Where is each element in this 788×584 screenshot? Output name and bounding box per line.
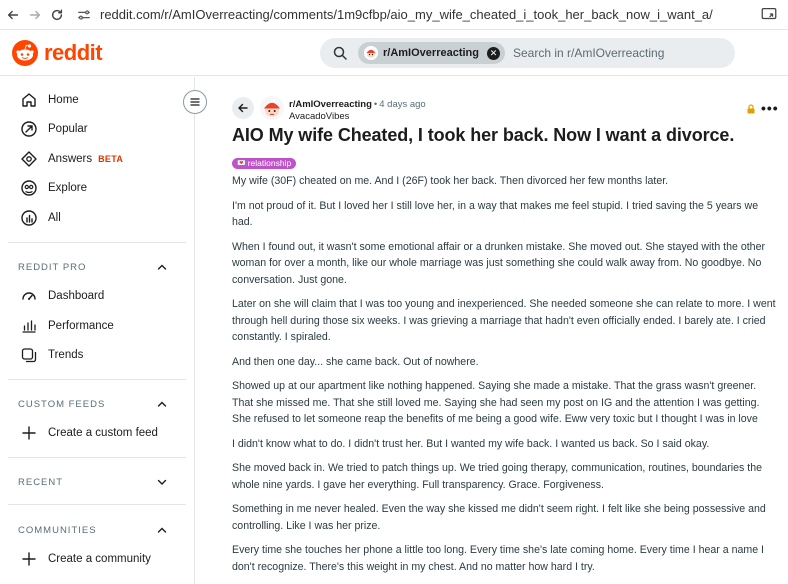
post-paragraph: Something in me never healed. Even the w… [232, 503, 766, 532]
sidebar-divider [8, 379, 186, 380]
sidebar-item-home[interactable]: Home [0, 86, 195, 114]
beta-badge: BETA [98, 154, 124, 164]
sidebar-item-trends[interactable]: Trends [0, 341, 195, 369]
subreddit-scope-chip[interactable]: r/AmIOverreacting ✕ [358, 42, 505, 64]
post-timestamp: 4 days ago [379, 99, 426, 110]
dashboard-icon [22, 292, 36, 300]
reddit-wordmark: reddit [44, 40, 103, 65]
chevron-up-icon [157, 264, 167, 270]
plus-icon [22, 426, 36, 440]
subreddit-avatar-icon [364, 46, 378, 60]
sidebar-item-all[interactable]: All [0, 204, 195, 232]
post-paragraph: Showed up at our apartment like nothing … [232, 380, 760, 425]
post-paragraph: When I found out, it wasn't some emotion… [232, 240, 765, 286]
sidebar-item-explore[interactable]: Explore [0, 174, 195, 202]
create-custom-feed-button[interactable]: Create a custom feed [0, 419, 195, 447]
section-communities-toggle[interactable]: COMMUNITIES [18, 521, 168, 539]
address-bar[interactable]: reddit.com/r/AmIOverreacting/comments/1m… [76, 4, 713, 26]
post-paragraph: And then one day... she came back. Out o… [232, 355, 479, 368]
site-header: reddit r/AmIOverreacting ✕ [0, 30, 788, 76]
sidebar-divider [8, 242, 186, 243]
clear-chip-icon[interactable]: ✕ [486, 46, 500, 60]
home-icon [22, 93, 36, 107]
subreddit-link[interactable]: r/AmIOverreacting [289, 99, 372, 110]
search-bar[interactable]: r/AmIOverreacting ✕ [320, 38, 735, 68]
flair-emoji-icon: 💌 [237, 160, 246, 167]
flair-label: relationship [247, 158, 292, 168]
post-paragraph: Later on she will claim that I was too y… [232, 298, 776, 343]
sidebar-item-label: Create a custom feed [48, 427, 158, 439]
section-title: COMMUNITIES [18, 524, 97, 536]
post-paragraph: My wife (30F) cheated on me. And I (26F)… [232, 175, 669, 187]
sidebar-item-label: Home [48, 94, 79, 106]
answers-icon [21, 151, 37, 167]
author-link[interactable]: AvacadoVibes [289, 111, 426, 123]
browser-forward-icon[interactable] [24, 4, 46, 26]
create-community-button[interactable]: Create a community [0, 545, 195, 573]
arrow-left-icon [238, 103, 248, 113]
post-paragraph: She moved back in. We tried to patch thi… [232, 462, 762, 491]
reddit-snoo-icon [12, 40, 38, 66]
post-flair[interactable]: 💌 relationship [232, 158, 297, 169]
post-content: r/AmIOverreacting • 4 days ago AvacadoVibe… [196, 77, 788, 584]
back-button[interactable] [232, 97, 254, 119]
sidebar-divider [8, 457, 186, 458]
sidebar-divider [8, 504, 186, 505]
section-custom-feeds-toggle[interactable]: CUSTOM FEEDS [18, 395, 168, 413]
sidebar-item-label: Trends [48, 349, 84, 361]
post-paragraph: I'm not proud of it. But I loved her I s… [232, 199, 759, 229]
post-title: AIO My wife Cheated, I took her back. No… [232, 125, 735, 145]
cast-icon[interactable] [760, 5, 780, 25]
post-meta: r/AmIOverreacting • 4 days ago AvacadoVibe… [289, 97, 426, 123]
subreddit-avatar-icon[interactable] [260, 96, 284, 120]
post-paragraph: Every time she touches her phone a littl… [232, 544, 764, 573]
sidebar-item-label: All [48, 212, 61, 224]
sidebar-item-popular[interactable]: Popular [0, 115, 195, 143]
all-icon [21, 210, 37, 226]
browser-reload-icon[interactable] [46, 4, 68, 26]
sidebar-item-answers[interactable]: Answers BETA [0, 145, 195, 173]
site-settings-icon[interactable] [76, 7, 92, 23]
post-body: My wife (30F) cheated on me. And I (26F)… [232, 173, 777, 583]
popular-icon [21, 121, 37, 137]
sidebar-item-label: Explore [48, 182, 87, 194]
browser-toolbar: reddit.com/r/AmIOverreacting/comments/1m… [0, 0, 788, 30]
explore-icon [21, 180, 37, 196]
search-input[interactable] [512, 46, 713, 60]
post-paragraph: I didn't know what to do. I didn't trust… [232, 437, 710, 450]
url-text[interactable]: reddit.com/r/AmIOverreacting/comments/1m… [100, 7, 713, 22]
sidebar-item-dashboard[interactable]: Dashboard [0, 282, 195, 310]
lock-icon [747, 104, 755, 114]
chip-label: r/AmIOverreacting [383, 47, 479, 59]
section-title: CUSTOM FEEDS [18, 398, 106, 410]
browser-back-icon[interactable] [2, 4, 24, 26]
chevron-down-icon [157, 479, 167, 485]
chevron-up-icon [157, 527, 167, 533]
section-recent-toggle[interactable]: RECENT [18, 473, 168, 491]
section-reddit-pro-toggle[interactable]: REDDIT PRO [18, 258, 168, 276]
sidebar-item-label: Answers [48, 153, 93, 165]
more-options-icon[interactable]: ••• [761, 101, 779, 115]
sidebar-item-label: Performance [48, 320, 114, 332]
reddit-logo[interactable]: reddit [12, 40, 103, 66]
plus-icon [22, 552, 36, 566]
chevron-up-icon [157, 401, 167, 407]
meta-separator: • [373, 99, 378, 110]
sidebar-item-label: Popular [48, 123, 88, 135]
sidebar-item-label: Dashboard [48, 290, 105, 302]
search-icon [333, 46, 347, 60]
performance-icon [22, 320, 36, 333]
sidebar-item-performance[interactable]: Performance [0, 312, 195, 340]
left-sidebar: Home Popular Answers BETA Explore All RE… [0, 77, 195, 584]
section-title: REDDIT PRO [18, 261, 87, 273]
section-title: RECENT [18, 476, 64, 488]
sidebar-item-label: Create a community [48, 553, 151, 565]
trends-icon [21, 348, 37, 363]
